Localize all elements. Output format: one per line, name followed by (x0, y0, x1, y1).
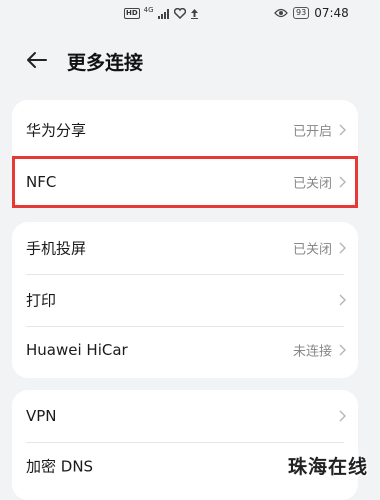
battery-icon: 93 (293, 7, 310, 19)
page-header: 更多连接 (0, 44, 380, 78)
heart-icon (173, 8, 186, 19)
status-bar: HD 4G 93 07:48 (0, 0, 380, 30)
chevron-right-icon (339, 344, 346, 356)
chevron-right-icon (339, 124, 346, 136)
row-label: 手机投屏 (26, 239, 87, 258)
settings-card-projection: 手机投屏 已关闭 打印 Huawei HiCar 未连接 (12, 222, 358, 378)
eye-icon (274, 8, 288, 18)
arrow-left-icon[interactable] (26, 51, 48, 69)
nfc-highlight-box (12, 156, 358, 208)
row-vpn[interactable]: VPN (12, 390, 358, 442)
hd-badge: HD (124, 8, 140, 19)
status-right: 93 07:48 (274, 6, 349, 20)
chevron-right-icon (339, 242, 346, 254)
row-label: Huawei HiCar (26, 341, 128, 359)
row-status: 已关闭 (292, 242, 332, 258)
row-huawei-hicar[interactable]: Huawei HiCar 未连接 (12, 324, 358, 376)
upload-arrow-icon (190, 9, 198, 19)
chevron-right-icon (339, 410, 346, 422)
row-print[interactable]: 打印 (12, 274, 358, 326)
network-label: 4G (143, 5, 154, 14)
chevron-right-icon (339, 294, 346, 306)
row-label: 打印 (26, 291, 57, 310)
status-left: HD 4G (124, 5, 199, 19)
row-label: 加密 DNS (26, 457, 94, 476)
row-huawei-share[interactable]: 华为分享 已开启 (12, 104, 358, 156)
row-label: 华为分享 (26, 121, 87, 140)
row-screen-projection[interactable]: 手机投屏 已关闭 (12, 222, 358, 274)
row-label: VPN (26, 407, 57, 425)
status-time: 07:48 (314, 6, 349, 20)
signal-icon (157, 8, 169, 19)
watermark-text: 珠海在线 (288, 456, 369, 478)
row-status: 未连接 (292, 344, 332, 360)
row-status: 已开启 (292, 124, 332, 140)
page-title: 更多连接 (67, 52, 144, 74)
settings-card-network: VPN 加密 DNS (12, 390, 358, 500)
